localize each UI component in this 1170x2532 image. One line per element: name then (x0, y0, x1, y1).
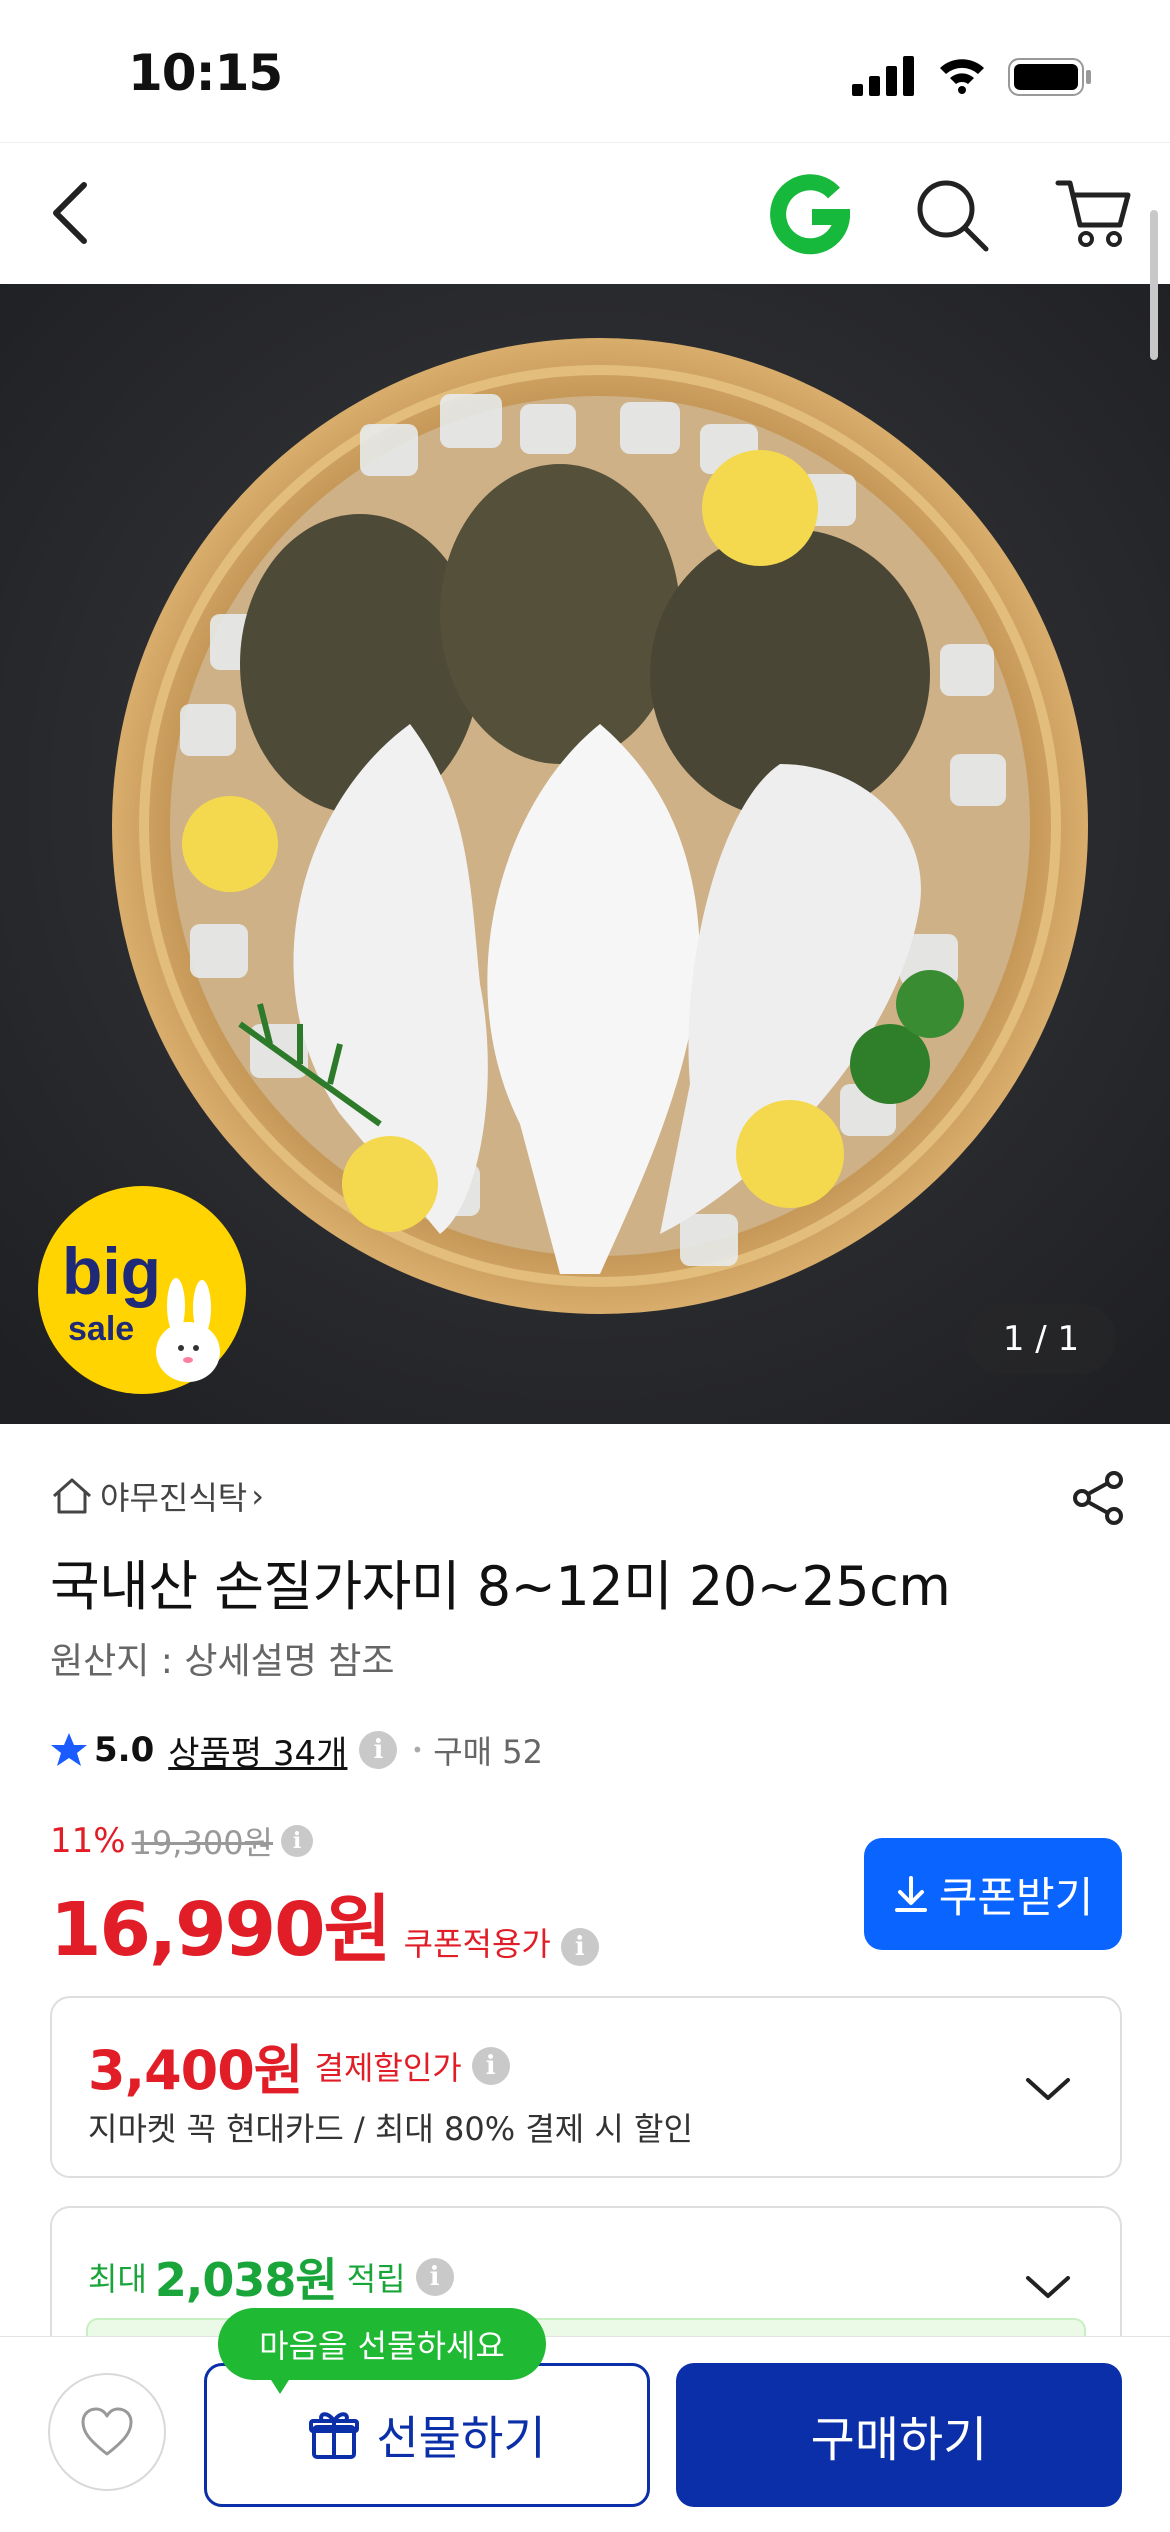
badge-big-text: big (62, 1234, 161, 1308)
coupon-button-label: 쿠폰받기 (938, 1872, 1094, 1922)
payment-discount-card[interactable]: 3,400원 결제할인가 i 지마켓 꼭 현대카드 / 최대 80% 결제 시 … (50, 1996, 1122, 2178)
badge-sale-text: sale (68, 1310, 134, 1348)
cellular-signal-icon (852, 56, 914, 96)
original-price: 19,300원 (131, 1824, 273, 1862)
gmarket-logo-icon[interactable] (770, 171, 850, 257)
info-icon[interactable]: i (560, 1928, 599, 1966)
points-suffix: 적립 (346, 2260, 406, 2298)
gift-button-label: 선물하기 (376, 2411, 546, 2465)
price-row: 16,990원 쿠폰적용가 i (50, 1870, 599, 1973)
price-label: 쿠폰적용가 (403, 1925, 551, 1963)
rating-row: 5.0 상품평 34개 i • 구매 52 (50, 1722, 543, 1778)
heart-icon (81, 2407, 133, 2456)
origin-text: 원산지 : 상세설명 참조 (50, 1641, 395, 1682)
discount-rate: 11% (50, 1821, 126, 1861)
gift-tooltip-tail (266, 2372, 294, 2394)
payment-label: 결제할인가 (314, 2048, 462, 2087)
status-time: 10:15 (128, 44, 283, 102)
chevron-down-icon[interactable] (1024, 2272, 1072, 2302)
wifi-icon (940, 59, 984, 94)
points-prefix: 최대 (88, 2260, 147, 2298)
search-icon[interactable] (912, 175, 992, 255)
points-value: 2,038원 (154, 2253, 338, 2307)
gift-tooltip: 마음을 선물하세요 (218, 2308, 546, 2380)
gift-icon (309, 2412, 360, 2459)
image-counter: 1 / 1 (966, 1304, 1116, 1374)
info-icon[interactable]: i (415, 2258, 454, 2296)
discount-row: 11% 19,300원 i (50, 1816, 313, 1866)
seller-link[interactable]: 야무진식탁 › (50, 1466, 264, 1526)
seller-name: 야무진식탁 (100, 1479, 248, 1517)
payment-description: 지마켓 꼭 현대카드 / 최대 80% 결제 시 할인 (88, 2110, 693, 2148)
payment-price: 3,400원 (88, 2039, 303, 2102)
get-coupon-button[interactable]: 쿠폰받기 (864, 1838, 1122, 1950)
top-nav-bar (0, 142, 1170, 284)
rating-value: 5.0 (94, 1730, 155, 1770)
review-link[interactable]: 상품평 34개 (168, 1726, 347, 1775)
scrollbar[interactable] (1150, 210, 1158, 360)
purchase-count: 구매 52 (433, 1733, 544, 1771)
wishlist-button[interactable] (48, 2373, 166, 2491)
product-image[interactable]: big sale 1 / 1 (0, 284, 1170, 1424)
battery-icon (1008, 58, 1091, 96)
sale-price: 16,990원 (50, 1887, 392, 1973)
download-arrow-icon (894, 1876, 927, 1912)
info-icon[interactable]: i (281, 1825, 313, 1857)
big-sale-badge: big sale (38, 1186, 246, 1394)
bottom-action-bar: 선물하기 구매하기 (0, 2336, 1170, 2532)
product-title: 국내산 손질가자미 8~12미 20~25cm (50, 1555, 951, 1618)
chevron-down-icon[interactable] (1024, 2074, 1072, 2104)
info-icon[interactable]: i (471, 2046, 510, 2085)
home-icon (53, 1478, 91, 1514)
chevron-right-icon: › (251, 1477, 264, 1515)
status-bar: 10:15 (0, 0, 1170, 142)
star-icon (51, 1733, 87, 1766)
separator-dot: • (411, 1738, 424, 1762)
share-icon[interactable] (1068, 1468, 1128, 1528)
chevron-left-icon[interactable] (44, 173, 104, 253)
info-icon[interactable]: i (359, 1731, 398, 1769)
buy-button[interactable]: 구매하기 (676, 2363, 1122, 2507)
cart-icon[interactable] (1054, 173, 1134, 253)
